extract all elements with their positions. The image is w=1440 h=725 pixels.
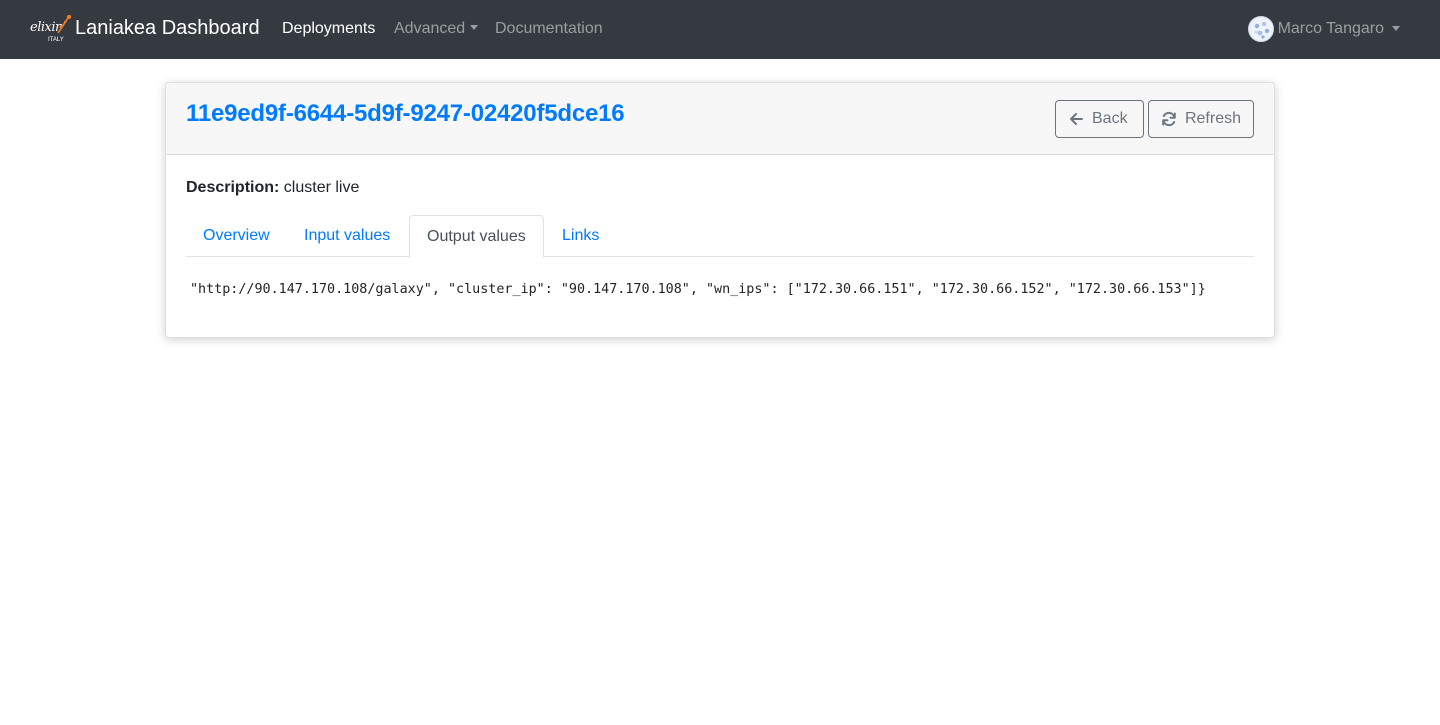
tab-links[interactable]: Links <box>545 215 616 257</box>
logo-accent-icon <box>57 14 71 34</box>
output-values-text: "http://90.147.170.108/galaxy", "cluster… <box>190 282 1256 297</box>
elixir-logo: elixir ITALY <box>30 12 72 46</box>
output-values-content: "http://90.147.170.108/galaxy", "cluster… <box>190 282 1206 297</box>
avatar-pattern-icon <box>1249 18 1273 41</box>
deployment-id-title: 11e9ed9f-6644-5d9f-9247-02420f5dce16 <box>186 100 625 127</box>
card-header: 11e9ed9f-6644-5d9f-9247-02420f5dce16 Bac… <box>166 83 1274 155</box>
back-button-label: Back <box>1092 110 1128 127</box>
user-name: Marco Tangaro <box>1277 20 1384 37</box>
description: Description: cluster live <box>186 179 359 197</box>
tab-overview[interactable]: Overview <box>186 215 287 257</box>
refresh-button[interactable]: Refresh <box>1148 100 1254 138</box>
avatar <box>1247 16 1274 42</box>
caret-down-icon <box>1392 25 1400 31</box>
brand-title[interactable]: Laniakea Dashboard <box>75 16 260 40</box>
caret-down-icon <box>470 25 479 31</box>
description-label: Description: <box>186 179 280 196</box>
nav-advanced-dropdown[interactable]: Advanced <box>394 19 479 39</box>
nav-deployments[interactable]: Deployments <box>282 19 375 39</box>
tab-output-values[interactable]: Output values <box>409 215 544 258</box>
brand-link[interactable]: elixir ITALY <box>30 12 72 46</box>
tab-input-values[interactable]: Input values <box>287 215 407 257</box>
logo-subtext: ITALY <box>48 37 64 43</box>
arrow-left-icon <box>1070 113 1083 125</box>
refresh-icon <box>1162 111 1176 127</box>
top-navbar: elixir ITALY Laniakea Dashboard Deployme… <box>0 0 1440 59</box>
deployment-card: 11e9ed9f-6644-5d9f-9247-02420f5dce16 Bac… <box>165 82 1275 338</box>
refresh-button-label: Refresh <box>1184 110 1241 127</box>
back-button[interactable]: Back <box>1055 100 1144 138</box>
description-value: cluster live <box>283 179 360 196</box>
nav-advanced-label: Advanced <box>394 20 466 37</box>
user-menu-dropdown[interactable]: Marco Tangaro <box>1247 15 1400 43</box>
tab-bar: Overview Input values Output values Link… <box>186 215 1254 258</box>
nav-documentation[interactable]: Documentation <box>495 19 603 39</box>
